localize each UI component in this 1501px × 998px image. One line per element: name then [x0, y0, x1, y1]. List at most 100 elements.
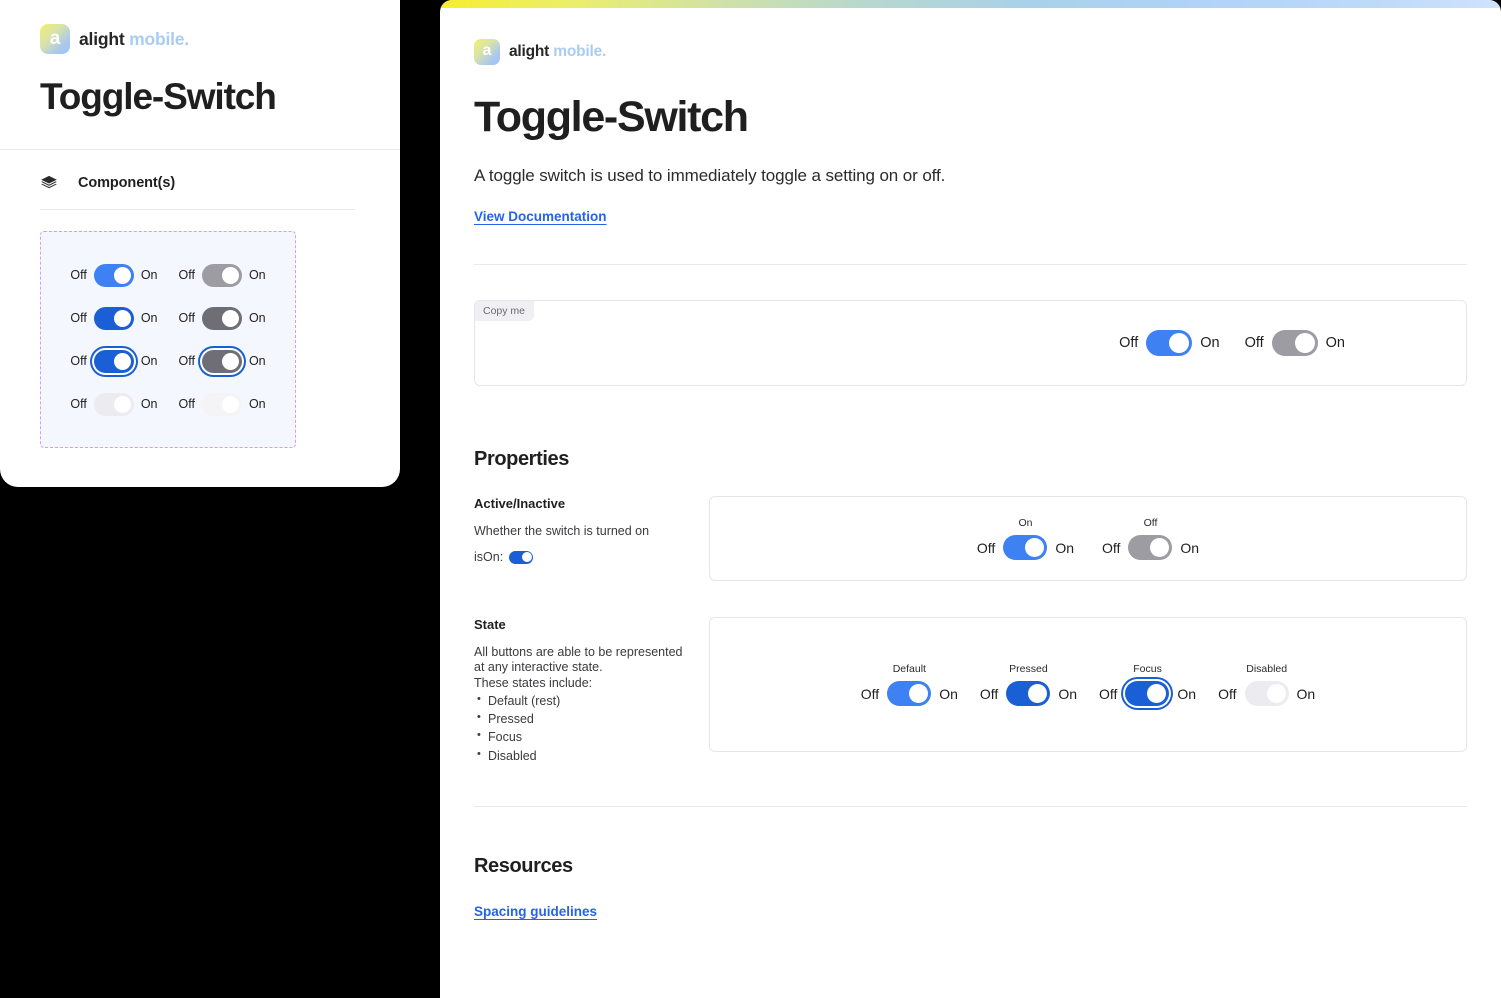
toggle-track[interactable]: [1244, 681, 1289, 706]
toggle-off-label: Off: [70, 268, 87, 282]
toggle-off-label: Off: [976, 539, 996, 556]
properties-heading: Properties: [474, 448, 569, 470]
toggle-track[interactable]: [201, 306, 242, 330]
toggle-knob[interactable]: [1028, 684, 1048, 703]
toggle-switch-off[interactable]: Off On: [1102, 535, 1199, 560]
toggle-knob[interactable]: [1294, 333, 1315, 353]
example-label: Focus: [1133, 663, 1162, 675]
section-divider-bottom: [474, 805, 1467, 807]
property-info: State All buttons are able to be represen…: [474, 617, 709, 764]
view-documentation-link[interactable]: View Documentation: [474, 209, 607, 224]
toggle-off-label: Off: [178, 268, 195, 282]
example-label: Default: [892, 663, 926, 675]
toggle-switch-default[interactable]: Off On: [861, 681, 958, 706]
toggle-track[interactable]: [1003, 535, 1048, 560]
example-label: Off: [1143, 517, 1158, 529]
toggle-track[interactable]: [1146, 330, 1193, 356]
components-section-header: Component(s): [0, 150, 400, 192]
toggle-knob[interactable]: [113, 266, 131, 284]
property-name: State: [474, 617, 506, 632]
toggle-track[interactable]: [1006, 681, 1051, 706]
property-value-row: isOn:: [474, 550, 691, 564]
toggle-switch-pressed[interactable]: Off On: [980, 681, 1077, 706]
preview-toggle-off-default[interactable]: Off On: [1245, 330, 1345, 356]
right-brand-wordmark: alight mobile.: [509, 43, 606, 61]
toggle-switch-on-pressed[interactable]: Off On: [70, 306, 158, 330]
property-example-card: Default Off On Pressed Off On Focus Off On Disabl…: [709, 617, 1467, 752]
right-brand-logo[interactable]: a alight mobile.: [474, 8, 1467, 65]
right-brand-word-secondary: mobile.: [553, 43, 607, 60]
toggle-track[interactable]: [93, 306, 134, 330]
toggle-knob[interactable]: [221, 395, 239, 413]
toggle-track[interactable]: [93, 392, 134, 416]
toggle-knob[interactable]: [1266, 684, 1286, 703]
toggle-switch-on-disabled[interactable]: Off On: [70, 392, 158, 416]
toggle-knob[interactable]: [1150, 538, 1170, 557]
copy-me-badge[interactable]: Copy me: [475, 301, 535, 321]
spacing-guidelines-link[interactable]: Spacing guidelines: [474, 904, 597, 919]
toggle-on-label: On: [1058, 685, 1077, 702]
toggle-knob[interactable]: [221, 352, 239, 370]
components-section-label: Component(s): [78, 175, 176, 191]
layers-icon: [40, 174, 58, 192]
toggle-off-label: Off: [178, 397, 195, 411]
toggle-knob[interactable]: [1169, 333, 1190, 353]
toggle-track[interactable]: [509, 550, 534, 564]
toggle-knob[interactable]: [909, 684, 929, 703]
toggle-on-label: On: [1177, 685, 1197, 702]
toggle-on-label: On: [248, 311, 266, 325]
toggle-switch-off-default[interactable]: Off On: [178, 263, 266, 287]
toggle-track[interactable]: [887, 681, 932, 706]
toggle-knob[interactable]: [113, 395, 131, 413]
toggle-knob[interactable]: [221, 309, 239, 327]
property-bullet-item: Disabled: [474, 747, 691, 764]
toggle-switch-off-focus[interactable]: Off On: [178, 349, 266, 373]
toggle-off-label: Off: [70, 354, 87, 368]
property-name: Active/Inactive: [474, 496, 566, 511]
toggle-switch-off-pressed[interactable]: Off On: [179, 306, 266, 330]
right-panel: a alight mobile. Toggle-Switch A toggle …: [440, 0, 1501, 998]
preview-toggle-on-default[interactable]: Off On: [1119, 330, 1220, 356]
toggle-track[interactable]: [201, 392, 242, 416]
toggle-switch-focus[interactable]: Off On: [1099, 681, 1196, 706]
toggle-track[interactable]: [93, 263, 134, 287]
toggle-track[interactable]: [201, 263, 242, 287]
toggle-knob[interactable]: [113, 309, 131, 327]
alight-logo-icon: a: [474, 39, 500, 65]
right-brand-word-primary: alight: [509, 43, 550, 60]
toggle-switch-off-disabled[interactable]: Off On: [178, 392, 266, 416]
toggle-on-label: On: [1296, 685, 1316, 702]
toggle-switch-on-default[interactable]: Off On: [70, 263, 158, 287]
brand-logo[interactable]: a alight mobile.: [0, 0, 400, 54]
property-bullet-list: Default (rest) Pressed Focus Disabled: [474, 693, 691, 764]
left-page-title: Toggle-Switch: [40, 76, 277, 117]
toggle-switch-disabled[interactable]: Off On: [1218, 681, 1315, 706]
toggle-track[interactable]: [1128, 535, 1173, 560]
toggle-track[interactable]: [201, 349, 242, 373]
property-example-card: On Off On Off Off On: [709, 496, 1467, 581]
example-item: Off Off On: [1102, 517, 1199, 560]
property-row: State All buttons are able to be represen…: [474, 617, 1467, 764]
example-label: Disabled: [1246, 663, 1288, 675]
toggle-track[interactable]: [1271, 330, 1318, 356]
example-item: Pressed Off On: [980, 663, 1077, 706]
toggle-track[interactable]: [1125, 681, 1170, 706]
property-value-toggle[interactable]: [509, 550, 534, 564]
brand-wordmark: alight mobile.: [79, 29, 189, 50]
toggle-knob[interactable]: [521, 552, 532, 563]
alight-logo-glyph: a: [49, 27, 61, 49]
toggle-on-label: On: [939, 685, 958, 702]
toggle-knob[interactable]: [1147, 684, 1167, 703]
toggle-knob[interactable]: [113, 352, 131, 370]
toggle-knob[interactable]: [1025, 538, 1045, 557]
toggle-grid: Off On Off On Off On Off On Off On Off On Off On Off On: [70, 263, 266, 416]
example-group: On Off On Off Off On: [977, 517, 1199, 560]
toggle-track[interactable]: [93, 349, 134, 373]
toggle-knob[interactable]: [221, 266, 239, 284]
toggle-off-label: Off: [70, 311, 87, 325]
toggle-off-label: Off: [1119, 335, 1139, 351]
toggle-off-label: Off: [178, 354, 195, 368]
toggle-grid-row: Off On Off On: [70, 263, 266, 287]
toggle-switch-on-focus[interactable]: Off On: [70, 349, 158, 373]
toggle-switch-on[interactable]: Off On: [977, 535, 1074, 560]
